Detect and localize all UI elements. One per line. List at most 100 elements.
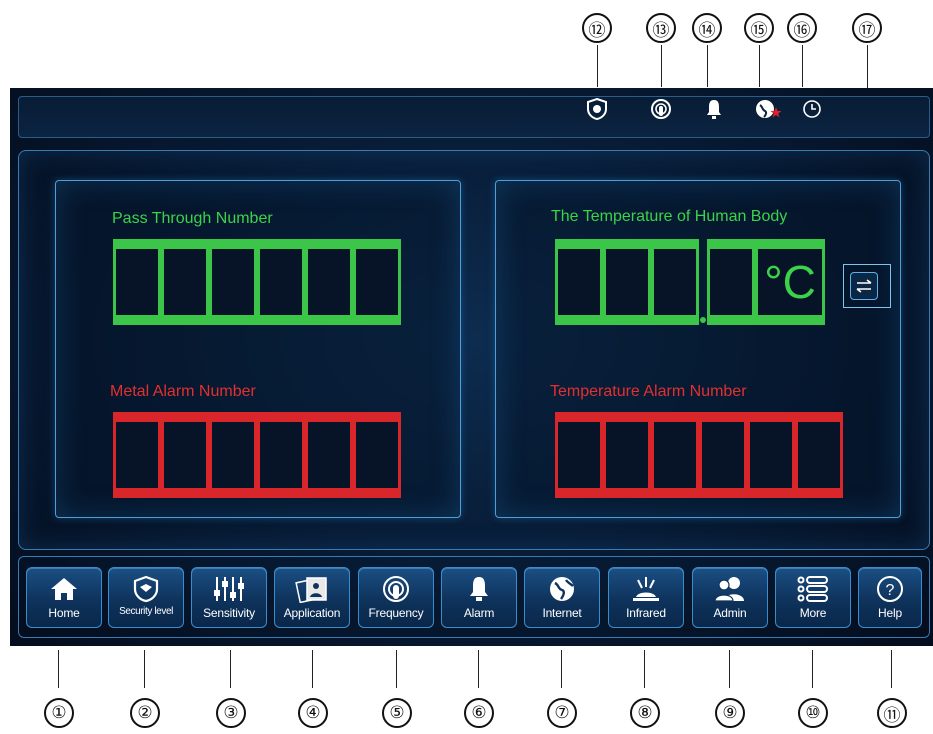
callout-1: ① [44, 698, 74, 728]
internet-alert-status-icon[interactable] [754, 98, 784, 120]
temperature-alarm-digit [795, 412, 843, 498]
sliders-icon [213, 572, 245, 606]
callout-line-14 [707, 45, 708, 87]
metal-alarm-label: Metal Alarm Number [110, 383, 256, 400]
metal-alarm-display [113, 412, 401, 498]
help-button[interactable]: ? Help [858, 567, 922, 628]
callout-13: ⑬ [646, 13, 676, 43]
temperature-digit [603, 239, 651, 325]
security-level-button[interactable]: Security level [108, 567, 184, 628]
pass-through-display [113, 239, 401, 325]
infrared-button[interactable]: Infrared [608, 567, 684, 628]
callout-line-1 [58, 650, 59, 688]
pass-through-digit [305, 239, 353, 325]
callout-line-16 [802, 45, 803, 87]
device-screen: Pass Through Number Metal Alarm Number T… [10, 88, 933, 646]
globe-icon [548, 572, 576, 606]
application-icon [295, 572, 329, 606]
pass-through-digit [257, 239, 305, 325]
infrared-icon [630, 572, 662, 606]
application-button[interactable]: Application [274, 567, 350, 628]
callout-line-15 [759, 45, 760, 87]
svg-text:?: ? [886, 582, 895, 599]
callout-2: ② [130, 698, 160, 728]
callout-7: ⑦ [547, 698, 577, 728]
internet-button[interactable]: Internet [524, 567, 600, 628]
frequency-status-icon[interactable] [650, 98, 672, 120]
callout-line-11 [891, 650, 892, 688]
alarm-button-label: Alarm [463, 606, 495, 620]
pass-through-digit [161, 239, 209, 325]
pass-through-digit [353, 239, 401, 325]
callout-line-4 [312, 650, 313, 688]
more-button[interactable]: More [775, 567, 851, 628]
callout-3: ③ [216, 698, 246, 728]
callout-17: ⑰ [852, 13, 882, 43]
callout-14: ⑭ [692, 13, 722, 43]
home-button-label: Home [48, 606, 80, 620]
body-temperature-display: °C [555, 239, 825, 325]
callout-10: ⑩ [798, 698, 828, 728]
callout-line-7 [561, 650, 562, 688]
temperature-alarm-digit [603, 412, 651, 498]
application-button-label: Application [283, 606, 341, 620]
callout-line-10 [812, 650, 813, 688]
temperature-alarm-digit [699, 412, 747, 498]
status-bar [18, 96, 930, 138]
security-level-button-label: Security level [119, 606, 173, 617]
frequency-button-label: Frequency [368, 606, 424, 620]
callout-12: ⑫ [582, 13, 612, 43]
callout-line-6 [478, 650, 479, 688]
temperature-alarm-digit [555, 412, 603, 498]
unit-switch-button[interactable] [850, 272, 878, 300]
shield-icon [133, 572, 159, 606]
sensitivity-button[interactable]: Sensitivity [191, 567, 267, 628]
temperature-alarm-digit [747, 412, 795, 498]
frequency-icon [382, 572, 410, 606]
callout-line-3 [230, 650, 231, 688]
frequency-button[interactable]: Frequency [358, 567, 434, 628]
callout-15: ⑮ [744, 13, 774, 43]
infrared-button-label: Infrared [626, 606, 666, 620]
more-button-label: More [799, 606, 827, 620]
alarm-button[interactable]: Alarm [441, 567, 517, 628]
metal-alarm-digit [353, 412, 401, 498]
callout-line-2 [144, 650, 145, 688]
callout-8: ⑧ [630, 698, 660, 728]
pass-through-label: Pass Through Number [112, 210, 273, 227]
home-button[interactable]: Home [26, 567, 102, 628]
internet-button-label: Internet [542, 606, 582, 620]
callout-11: ⑪ [877, 698, 907, 728]
metal-alarm-digit [161, 412, 209, 498]
clock-status-icon[interactable] [801, 98, 823, 120]
celsius-unit: °C [755, 239, 825, 325]
decimal-point [699, 239, 707, 325]
metal-alarm-digit [257, 412, 305, 498]
shield-status-icon[interactable] [586, 98, 608, 120]
temperature-digit [707, 239, 755, 325]
callout-6: ⑥ [464, 698, 494, 728]
admin-button[interactable]: Admin [692, 567, 768, 628]
sensitivity-button-label: Sensitivity [203, 606, 255, 620]
help-button-label: Help [878, 606, 902, 620]
help-icon: ? [876, 572, 904, 606]
pass-through-digit [113, 239, 161, 325]
admin-button-label: Admin [713, 606, 747, 620]
alarm-bell-status-icon[interactable] [703, 98, 725, 120]
callout-line-8 [644, 650, 645, 688]
temperature-alarm-digit [651, 412, 699, 498]
callout-line-13 [661, 45, 662, 87]
body-temperature-label: The Temperature of Human Body [551, 208, 788, 225]
temperature-alarm-label: Temperature Alarm Number [550, 383, 747, 400]
alarm-bell-icon [467, 572, 491, 606]
list-icon [797, 572, 829, 606]
home-icon [50, 572, 78, 606]
callout-9: ⑨ [715, 698, 745, 728]
callout-line-12 [597, 45, 598, 87]
callout-line-9 [729, 650, 730, 688]
temperature-alarm-display [555, 412, 843, 498]
callout-4: ④ [298, 698, 328, 728]
pass-through-digit [209, 239, 257, 325]
temperature-digit [555, 239, 603, 325]
users-icon [713, 572, 747, 606]
